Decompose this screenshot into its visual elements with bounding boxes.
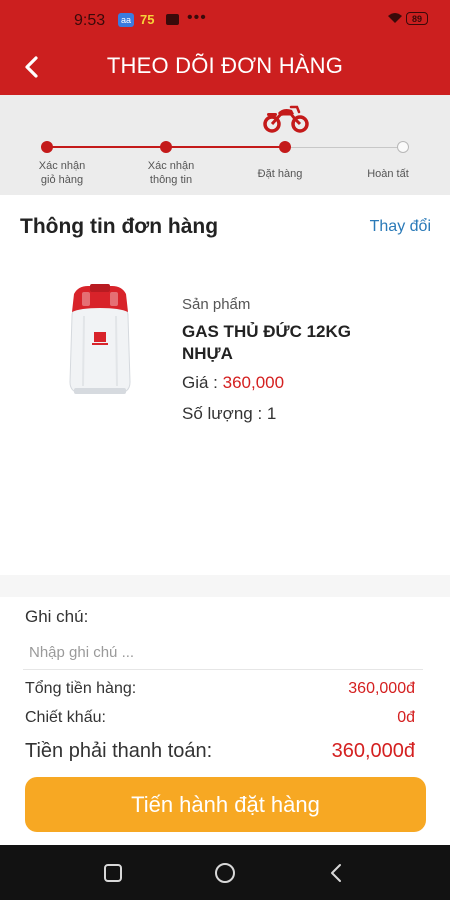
step-label-info: Xác nhận thông tin <box>126 159 216 187</box>
notification-count: 75 <box>140 12 155 27</box>
price-label: Giá : <box>182 373 218 392</box>
subtotal-value: 360,000đ <box>348 680 415 697</box>
step-label-info-line2: thông tin <box>149 174 193 186</box>
quantity-value: 1 <box>266 404 277 423</box>
note-input[interactable] <box>23 636 423 670</box>
step-label-cart-line1: Xác nhận <box>38 160 86 172</box>
battery-icon: 89 <box>406 12 428 25</box>
motorcycle-icon <box>263 105 309 133</box>
status-bar: 9:53 aa 75 ••• 89 <box>0 0 450 40</box>
step-label-complete: Hoàn tất <box>343 167 433 181</box>
subtotal-label: Tổng tiền hàng: <box>25 680 137 697</box>
discount-value: 0đ <box>397 709 415 726</box>
change-order-link[interactable]: Thay đổi <box>370 218 431 236</box>
step-label-cart-line2: giỏ hàng <box>40 174 84 186</box>
recents-square-icon[interactable] <box>101 861 125 885</box>
order-info-title: Thông tin đơn hàng <box>20 215 219 238</box>
product-caption: Sản phẩm <box>182 296 251 313</box>
back-triangle-icon[interactable] <box>325 861 349 885</box>
image-notification-icon <box>166 14 179 25</box>
price-value: 360,000 <box>222 373 285 392</box>
wifi-icon <box>387 11 403 28</box>
home-circle-icon[interactable] <box>213 861 237 885</box>
discount-row: Chiết khấu: 0đ <box>25 709 415 727</box>
step-dot-order <box>279 141 291 153</box>
step-label-complete-line1: Hoàn tất <box>367 168 409 180</box>
panel-divider <box>0 575 450 597</box>
step-dot-complete <box>397 141 409 153</box>
place-order-button[interactable]: Tiến hành đặt hàng <box>25 777 426 832</box>
system-nav-bar <box>0 845 450 900</box>
app-header: 9:53 aa 75 ••• 89 THEO DÕI ĐƠN HÀNG <box>0 0 450 95</box>
step-dot-cart <box>41 141 53 153</box>
subtotal-row: Tổng tiền hàng: 360,000đ <box>25 680 415 698</box>
total-label: Tiền phải thanh toán: <box>25 740 213 762</box>
step-label-order-line1: Đặt hàng <box>257 168 303 180</box>
step-label-cart: Xác nhận giỏ hàng <box>17 159 107 187</box>
step-dot-info <box>160 141 172 153</box>
discount-label: Chiết khấu: <box>25 709 106 726</box>
page-title: THEO DÕI ĐƠN HÀNG <box>106 53 344 78</box>
product-name: GAS THỦ ĐỨC 12KG NHỰA <box>182 322 352 363</box>
total-row: Tiền phải thanh toán: 360,000đ <box>25 740 415 763</box>
more-notifications-icon: ••• <box>187 9 207 26</box>
step-line-pending <box>285 146 403 148</box>
order-progress-stepper: Xác nhận giỏ hàng Xác nhận thông tin Đặt… <box>0 95 450 195</box>
note-label: Ghi chú: <box>25 607 89 626</box>
product-price-row: Giá : 360,000 <box>182 373 284 393</box>
step-label-order: Đặt hàng <box>235 167 325 181</box>
step-label-info-line1: Xác nhận <box>147 160 195 172</box>
app-notification-icon: aa <box>118 13 134 27</box>
status-time: 9:53 <box>74 12 106 29</box>
total-value: 360,000đ <box>331 740 415 762</box>
product-quantity-row: Số lượng : 1 <box>182 404 276 424</box>
quantity-label: Số lượng : <box>182 404 263 423</box>
gas-cylinder-image <box>69 284 131 394</box>
